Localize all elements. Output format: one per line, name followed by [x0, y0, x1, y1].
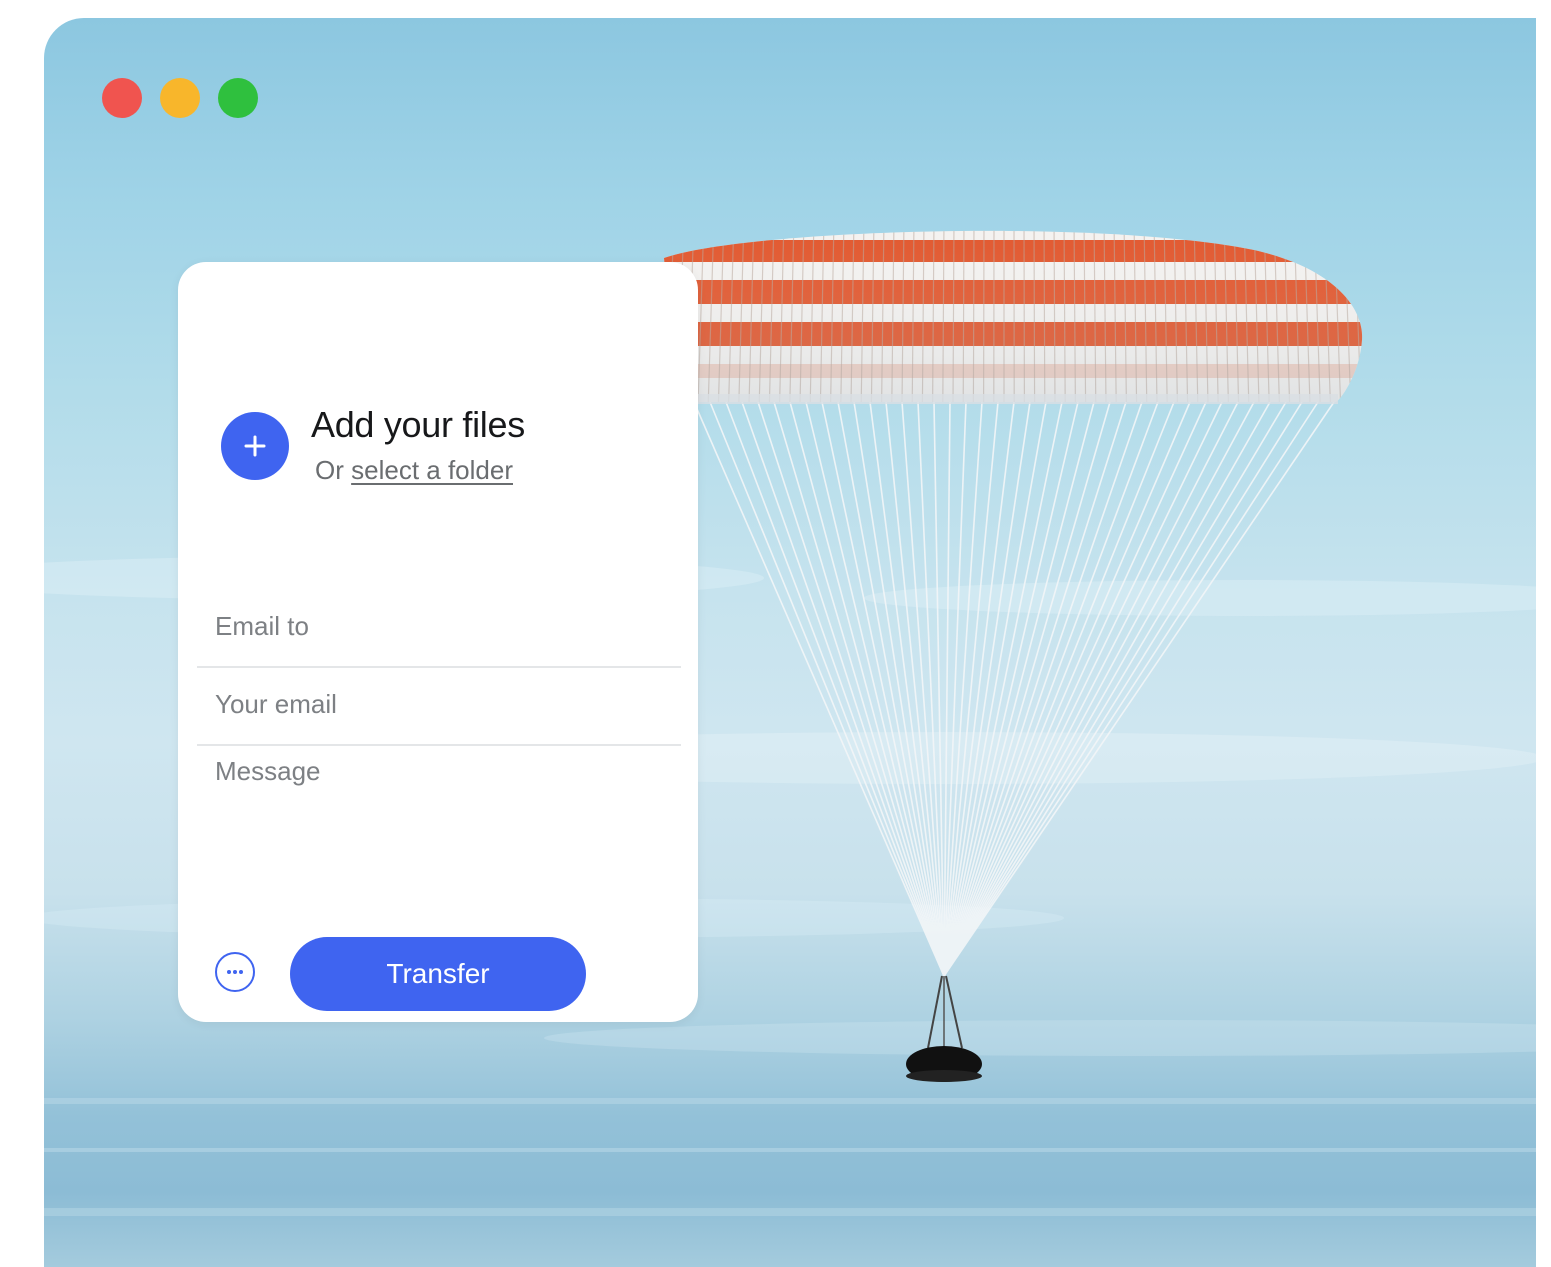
more-options-button[interactable] — [215, 952, 255, 992]
message-field-wrapper — [197, 756, 681, 876]
transfer-card: Add your files Or select a folder Transf… — [178, 262, 698, 1022]
suspension-line — [943, 401, 1303, 977]
add-files-button[interactable] — [221, 412, 289, 480]
minimize-window-button[interactable] — [160, 78, 200, 118]
suspension-line — [741, 401, 945, 977]
suspension-line — [943, 401, 1223, 977]
email-to-field-wrapper — [197, 588, 681, 668]
suspension-line — [943, 401, 1079, 977]
maximize-window-button[interactable] — [218, 78, 258, 118]
suspension-line — [943, 401, 1095, 977]
suspension-line — [837, 401, 945, 977]
suspension-line — [725, 401, 945, 977]
close-window-button[interactable] — [102, 78, 142, 118]
select-folder-link[interactable]: select a folder — [351, 455, 513, 485]
suspension-line — [773, 401, 945, 977]
add-files-subtitle: Or select a folder — [315, 455, 513, 486]
suspension-line — [943, 401, 1143, 977]
transfer-button[interactable]: Transfer — [290, 937, 586, 1011]
suspension-line — [943, 401, 1207, 977]
email-to-input[interactable] — [197, 588, 681, 664]
suspension-line — [943, 401, 1271, 977]
app-window: Add your files Or select a folder Transf… — [44, 18, 1536, 1267]
subtitle-prefix: Or — [315, 455, 344, 485]
add-files-title[interactable]: Add your files — [311, 404, 525, 446]
suspension-line — [943, 401, 1031, 977]
plus-icon — [244, 435, 266, 457]
suspension-line — [821, 401, 945, 977]
suspension-line — [943, 401, 1111, 977]
message-textarea[interactable] — [197, 756, 681, 876]
canopy-gore-line — [1364, 218, 1371, 404]
suspension-line — [943, 401, 1239, 977]
more-options-icon — [227, 970, 243, 974]
your-email-field-wrapper — [197, 666, 681, 746]
suspension-line — [757, 401, 945, 977]
your-email-input[interactable] — [197, 666, 681, 742]
suspension-line — [943, 401, 1191, 977]
suspension-line — [943, 401, 1319, 977]
